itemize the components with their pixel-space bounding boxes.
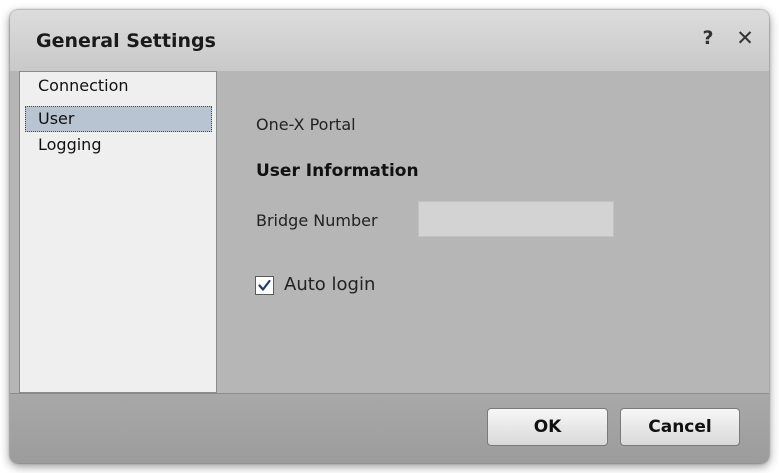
checkmark-icon bbox=[258, 279, 271, 291]
auto-login-label[interactable]: Auto login bbox=[284, 274, 375, 295]
portal-label: One-X Portal bbox=[256, 115, 356, 134]
general-settings-dialog: General Settings ? ✕ Connection User Log… bbox=[10, 10, 769, 463]
dialog-footer: OK Cancel bbox=[10, 393, 769, 463]
ok-button[interactable]: OK bbox=[487, 408, 608, 446]
close-icon: ✕ bbox=[736, 26, 754, 50]
user-information-heading: User Information bbox=[256, 161, 419, 181]
sidebar-item-connection[interactable]: Connection bbox=[25, 73, 212, 99]
cancel-button[interactable]: Cancel bbox=[620, 408, 740, 446]
help-button[interactable]: ? bbox=[697, 26, 719, 50]
close-button[interactable]: ✕ bbox=[733, 26, 757, 50]
auto-login-checkbox[interactable] bbox=[255, 276, 274, 295]
settings-content-panel: One-X Portal User Information Bridge Num… bbox=[217, 71, 769, 393]
bridge-number-label: Bridge Number bbox=[256, 211, 378, 230]
help-icon: ? bbox=[702, 27, 714, 49]
title-bar: General Settings ? ✕ bbox=[10, 10, 769, 71]
bridge-number-input[interactable] bbox=[418, 201, 614, 237]
dialog-title: General Settings bbox=[36, 30, 216, 52]
sidebar-item-logging[interactable]: Logging bbox=[25, 132, 212, 158]
sidebar-item-user[interactable]: User bbox=[25, 106, 212, 132]
settings-category-list: Connection User Logging bbox=[19, 71, 217, 393]
